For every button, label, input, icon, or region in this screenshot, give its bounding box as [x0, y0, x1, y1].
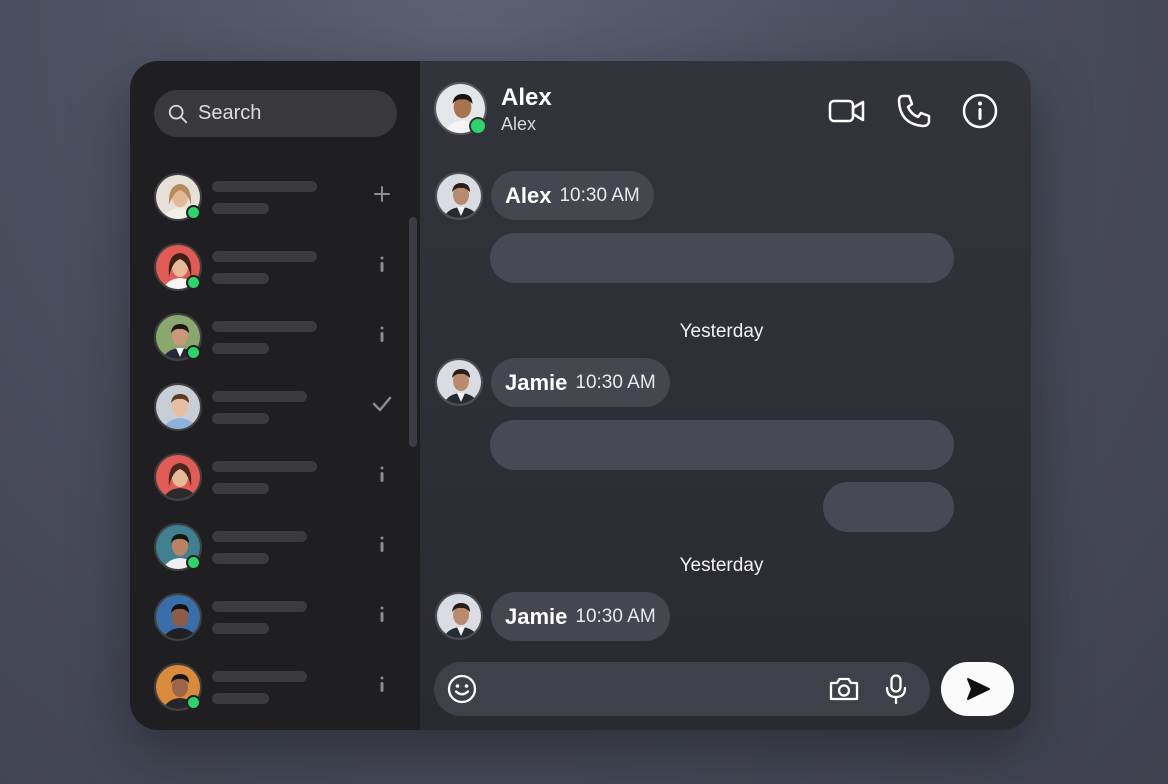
message-input[interactable]	[492, 676, 812, 697]
avatar	[154, 453, 202, 501]
message-avatar[interactable]	[435, 358, 483, 406]
contacts-sidebar	[130, 61, 420, 730]
phone-icon[interactable]	[894, 91, 934, 131]
day-separator: Yesterday	[679, 321, 764, 342]
contact-preview-placeholder	[212, 483, 269, 494]
message-sender: Jamie	[505, 603, 568, 629]
contact-preview-placeholder	[212, 623, 269, 634]
message-composer	[434, 662, 930, 716]
contact-item[interactable]	[154, 593, 404, 643]
camera-icon[interactable]	[827, 672, 861, 706]
online-indicator	[186, 345, 201, 360]
check-icon	[372, 396, 392, 412]
info-icon[interactable]	[370, 252, 394, 276]
online-indicator	[186, 695, 201, 710]
contact-preview-placeholder	[212, 413, 269, 424]
info-icon[interactable]	[370, 602, 394, 626]
contact-item[interactable]	[154, 243, 404, 293]
send-button[interactable]	[941, 662, 1014, 716]
online-indicator	[186, 275, 201, 290]
contact-item[interactable]	[154, 663, 404, 713]
contact-item[interactable]	[154, 173, 404, 223]
contact-item[interactable]	[154, 383, 404, 433]
contact-name-placeholder	[212, 671, 307, 682]
contact-name-placeholder	[212, 391, 307, 402]
chat-contact-name: Alex	[501, 84, 552, 111]
contact-item[interactable]	[154, 453, 404, 503]
online-indicator	[186, 555, 201, 570]
send-icon	[966, 678, 990, 700]
message-time: 10:30 AM	[559, 184, 640, 206]
contact-name-placeholder	[212, 601, 307, 612]
contact-preview-placeholder	[212, 553, 269, 564]
info-icon[interactable]	[370, 672, 394, 696]
contact-name-placeholder	[212, 461, 317, 472]
contact-item[interactable]	[154, 313, 404, 363]
messenger-window: Alex Alex Alex 10:30 AM Yesterday	[130, 61, 1031, 730]
message-bubble[interactable]	[490, 420, 954, 470]
online-indicator	[186, 205, 201, 220]
contact-preview-placeholder	[212, 693, 269, 704]
contact-item[interactable]	[154, 523, 404, 573]
search-icon	[168, 104, 188, 123]
message-bubble[interactable]	[823, 482, 954, 532]
info-circle-icon[interactable]	[960, 91, 1000, 131]
microphone-icon[interactable]	[879, 672, 913, 706]
contact-name-placeholder	[212, 321, 317, 332]
contact-name-placeholder	[212, 531, 307, 542]
chat-panel: Alex Alex Alex 10:30 AM Yesterday Jamie …	[420, 61, 1031, 730]
day-separator: Yesterday	[679, 555, 764, 576]
message-bubble[interactable]	[490, 233, 954, 283]
info-icon[interactable]	[370, 462, 394, 486]
sidebar-scrollbar[interactable]	[409, 217, 417, 447]
message-header: Jamie 10:30 AM	[491, 592, 670, 641]
contact-preview-placeholder	[212, 273, 269, 284]
emoji-icon[interactable]	[445, 672, 479, 706]
message-sender: Alex	[505, 182, 552, 208]
message-time: 10:30 AM	[575, 371, 656, 393]
contact-preview-placeholder	[212, 343, 269, 354]
message-avatar[interactable]	[435, 172, 483, 220]
chat-contact-subtitle: Alex	[501, 114, 537, 134]
plus-icon[interactable]	[370, 182, 394, 206]
contact-name-placeholder	[212, 251, 317, 262]
info-icon[interactable]	[370, 322, 394, 346]
avatar	[154, 383, 202, 431]
search-input[interactable]	[198, 102, 378, 125]
message-time: 10:30 AM	[575, 605, 656, 627]
contact-preview-placeholder	[212, 203, 269, 214]
message-sender: Jamie	[505, 369, 568, 395]
message-header: Alex 10:30 AM	[491, 171, 654, 220]
online-indicator	[469, 117, 487, 135]
message-avatar[interactable]	[435, 592, 483, 640]
search-bar[interactable]	[154, 90, 397, 137]
info-icon[interactable]	[370, 532, 394, 556]
video-camera-icon[interactable]	[827, 91, 867, 131]
avatar	[154, 593, 202, 641]
contact-name-placeholder	[212, 181, 317, 192]
message-header: Jamie 10:30 AM	[491, 358, 670, 407]
